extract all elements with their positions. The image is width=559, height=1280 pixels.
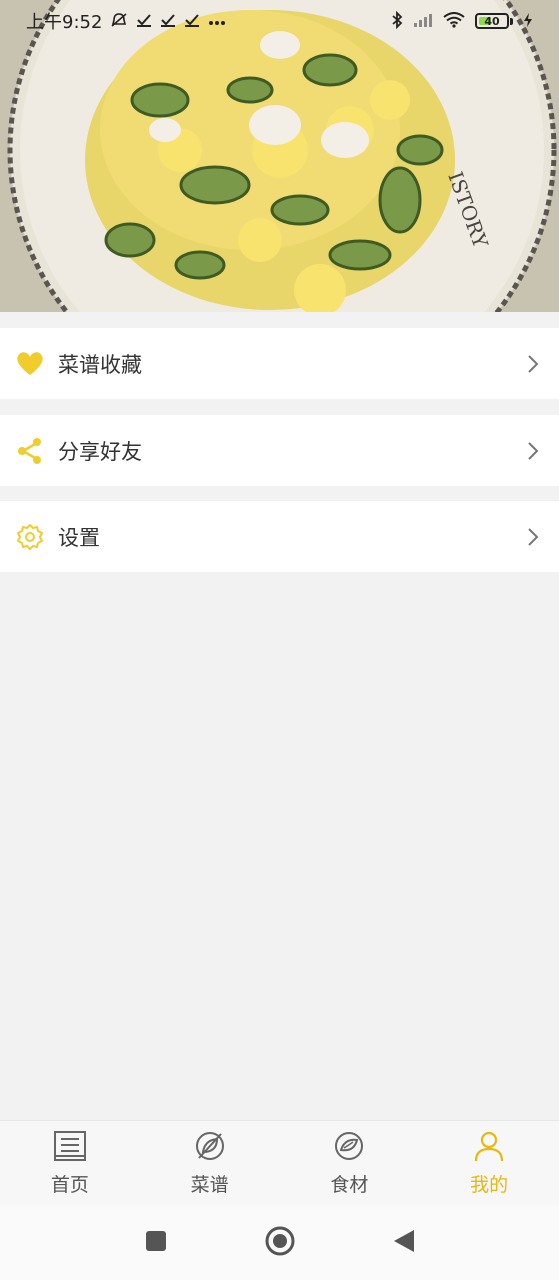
user-icon	[472, 1130, 506, 1166]
battery-indicator: 40	[475, 13, 513, 29]
menu-item-recipe-favorites[interactable]: 菜谱收藏	[0, 328, 559, 399]
menu-item-share-friends[interactable]: 分享好友	[0, 415, 559, 486]
menu-item-settings[interactable]: 设置	[0, 501, 559, 572]
tab-label: 首页	[50, 1174, 89, 1196]
recipe-leaf-icon	[193, 1130, 227, 1166]
bluetooth-icon	[391, 10, 403, 32]
back-button[interactable]	[392, 1228, 416, 1258]
tab-label: 我的	[470, 1174, 509, 1196]
heart-icon	[16, 350, 44, 378]
chevron-right-icon	[523, 527, 543, 547]
tab-mine[interactable]: 我的	[419, 1121, 559, 1206]
share-icon	[16, 437, 44, 465]
chevron-right-icon	[523, 354, 543, 374]
bottom-tab-bar: 首页 菜谱 食材 我的	[0, 1120, 559, 1206]
home-list-icon	[53, 1130, 87, 1166]
tab-label: 食材	[330, 1174, 369, 1196]
tab-ingredients[interactable]: 食材	[280, 1121, 420, 1206]
recent-apps-button[interactable]	[144, 1229, 168, 1257]
menu-item-label: 设置	[58, 525, 100, 550]
gear-icon	[16, 523, 44, 551]
more-dots-icon	[208, 14, 226, 29]
ingredient-cabbage-icon	[332, 1130, 366, 1166]
mute-bell-icon	[110, 12, 128, 31]
tab-label: 菜谱	[190, 1174, 229, 1196]
status-bar: 上午9:52 40	[0, 0, 559, 42]
signal-icon	[413, 12, 433, 31]
tab-home[interactable]: 首页	[0, 1121, 140, 1206]
charging-bolt-icon	[523, 12, 533, 31]
check-icon	[160, 13, 176, 30]
system-nav-bar	[0, 1206, 559, 1280]
header-food-image: ISTORY	[0, 0, 559, 312]
check-icon	[184, 13, 200, 30]
menu-item-label: 分享好友	[58, 439, 142, 464]
home-button[interactable]	[264, 1225, 296, 1261]
status-time: 上午9:52	[26, 12, 103, 33]
wifi-icon	[443, 11, 465, 31]
menu-item-label: 菜谱收藏	[58, 352, 142, 377]
battery-level: 40	[484, 14, 500, 28]
tab-recipes[interactable]: 菜谱	[140, 1121, 280, 1206]
chevron-right-icon	[523, 441, 543, 461]
check-icon	[136, 13, 152, 30]
